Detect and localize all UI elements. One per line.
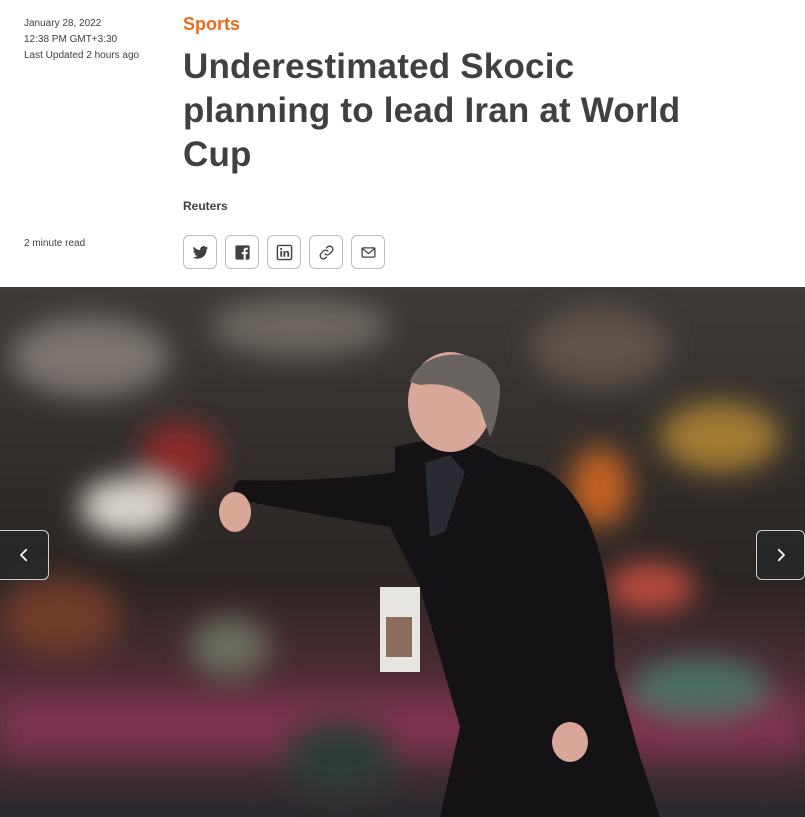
photo-gallery: [0, 287, 805, 817]
share-email-button[interactable]: [351, 235, 385, 269]
share-facebook-button[interactable]: [225, 235, 259, 269]
gallery-prev-button[interactable]: [0, 530, 49, 580]
article-header: Sports Underestimated Skocic planning to…: [183, 14, 703, 177]
twitter-icon: [192, 245, 208, 259]
publish-time: 12:38 PM GMT+3:30: [24, 34, 118, 45]
last-updated: Last Updated 2 hours ago: [24, 50, 140, 61]
headline: Underestimated Skocic planning to lead I…: [183, 47, 681, 174]
chevron-right-icon: [777, 548, 785, 562]
facebook-icon: [234, 244, 250, 260]
publish-date: January 28, 2022: [24, 18, 102, 29]
share-twitter-button[interactable]: [183, 235, 217, 269]
gallery-next-button[interactable]: [756, 530, 805, 580]
link-icon: [319, 245, 333, 259]
section-link[interactable]: Sports: [183, 14, 240, 35]
share-linkedin-button[interactable]: [267, 235, 301, 269]
article-meta: January 28, 2022 12:38 PM GMT+3:30 Last …: [24, 16, 164, 64]
read-time: 2 minute read: [24, 238, 86, 249]
article-photo: [0, 287, 805, 817]
byline: Reuters: [183, 199, 228, 213]
linkedin-icon: [276, 244, 292, 260]
share-bar: [183, 235, 385, 269]
chevron-left-icon: [20, 548, 28, 562]
email-icon: [360, 246, 376, 258]
copy-link-button[interactable]: [309, 235, 343, 269]
